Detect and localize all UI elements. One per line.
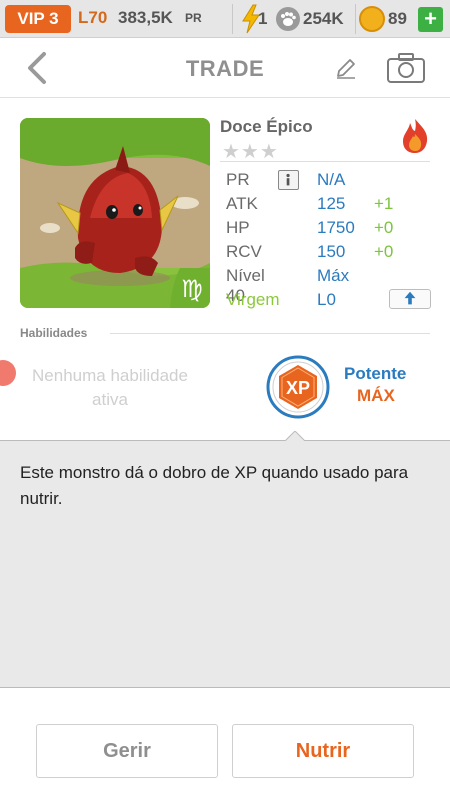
stat-value-sign: L0 [317, 290, 336, 309]
stat-value-atk: 125 [317, 194, 346, 213]
monster-name: Doce Épico [220, 117, 313, 136]
stat-bonus-atk: +1 [374, 194, 394, 213]
stat-value-rcv: 150 [317, 242, 346, 261]
no-active-ability-text: Nenhuma habilidade ativa [32, 366, 188, 409]
camera-icon[interactable] [386, 52, 426, 84]
stat-label-pr: PR [226, 170, 250, 189]
food-count: 254K [303, 9, 344, 28]
feed-button[interactable]: Nutrir [232, 724, 414, 778]
abilities-title: Habilidades [20, 326, 88, 340]
xp-badge-icon[interactable]: XP [266, 355, 330, 419]
paw-food-icon [276, 7, 300, 31]
panel-pointer [285, 431, 305, 441]
card-divider [220, 161, 430, 162]
player-power-value: 383,5K [118, 8, 173, 27]
player-level: L70 [78, 8, 108, 27]
potency-label: Potente [344, 364, 407, 383]
potency-value: MÁX [357, 386, 395, 405]
stat-value-hp: 1750 [317, 218, 355, 237]
edit-pencil-icon[interactable] [334, 56, 358, 80]
gem-coin-icon [359, 6, 385, 32]
status-bar: VIP 3 L70 383,5K PR 1 254K 89 + [0, 0, 450, 38]
page-title: TRADE [185, 56, 265, 81]
status-divider [232, 4, 233, 34]
manage-button[interactable]: Gerir [36, 724, 218, 778]
stat-value-pr: N/A [317, 170, 346, 189]
stat-value-level: Máx [317, 266, 350, 285]
stat-bonus-rcv: +0 [374, 242, 394, 261]
energy-count: 1 [258, 9, 268, 28]
monster-portrait[interactable]: ♍ [20, 118, 210, 308]
abilities-divider [110, 333, 430, 334]
arrow-up-icon [404, 291, 416, 305]
ability-description: Este monstro dá o dobro de XP quando usa… [20, 463, 409, 508]
info-icon[interactable] [278, 170, 299, 190]
stat-bonus-hp: +0 [374, 218, 394, 237]
stat-label-sign: Virgem [226, 290, 280, 309]
vip-badge[interactable]: VIP 3 [5, 5, 71, 33]
stat-label-atk: ATK [226, 194, 258, 213]
stat-label-rcv: RCV [226, 242, 262, 261]
upgrade-sign-button[interactable] [389, 289, 431, 309]
header-bar: TRADE [0, 38, 450, 98]
sign-virgo-icon: ♍ [181, 275, 203, 303]
xp-badge-label: XP [286, 378, 310, 398]
add-currency-button[interactable]: + [418, 7, 443, 32]
gem-count: 89 [388, 9, 407, 28]
stat-label-hp: HP [226, 218, 250, 237]
fire-element-icon [403, 119, 428, 153]
player-power-unit: PR [185, 11, 202, 25]
status-divider [355, 4, 356, 34]
